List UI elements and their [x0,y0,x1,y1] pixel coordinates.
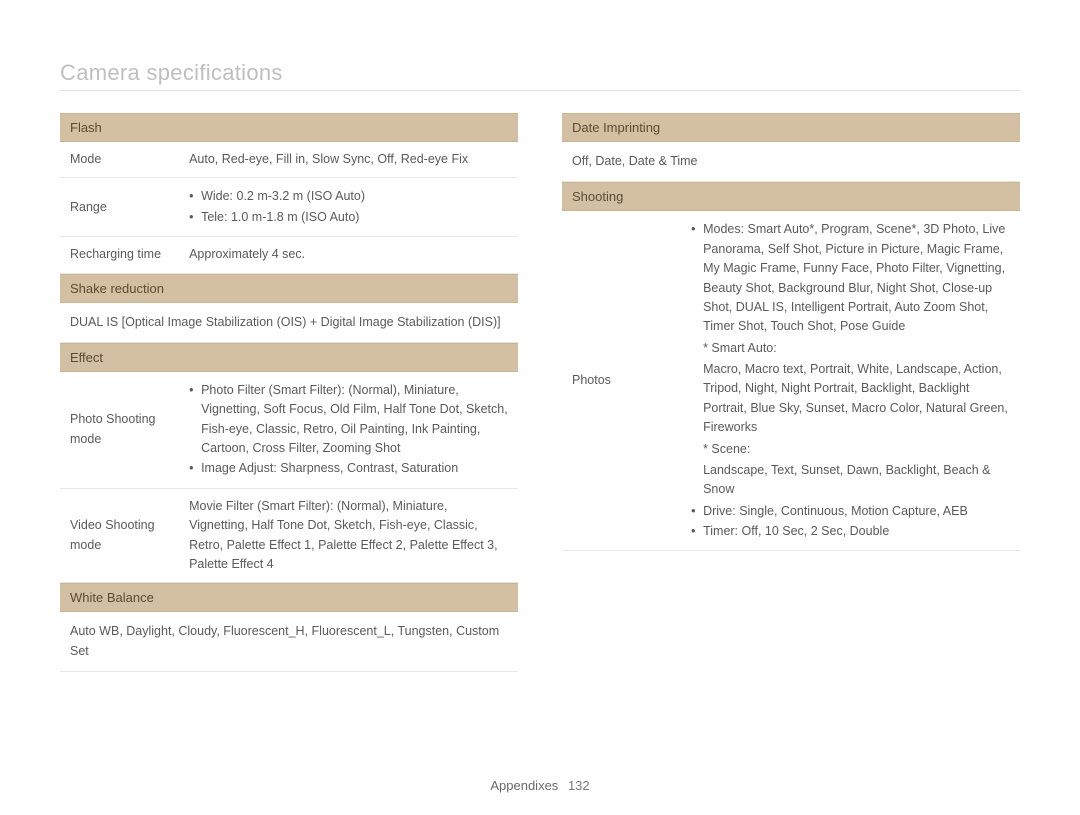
shooting-table: Photos Modes: Smart Auto*, Program, Scen… [562,211,1020,551]
effect-photo-adjust: Image Adjust: Sharpness, Contrast, Satur… [189,459,508,478]
whitebalance-table: Auto WB, Daylight, Cloudy, Fluorescent_H… [60,612,518,672]
shake-value: DUAL IS [Optical Image Stabilization (OI… [60,303,518,343]
flash-range-value: Wide: 0.2 m-3.2 m (ISO Auto) Tele: 1.0 m… [179,178,518,237]
flash-table: Mode Auto, Red-eye, Fill in, Slow Sync, … [60,142,518,274]
effect-photo-value: Photo Filter (Smart Filter): (Normal), M… [179,372,518,488]
content-columns: Flash Mode Auto, Red-eye, Fill in, Slow … [60,113,1020,672]
right-column: Date Imprinting Off, Date, Date & Time S… [562,113,1020,672]
shooting-photos-value: Modes: Smart Auto*, Program, Scene*, 3D … [681,211,1020,551]
section-header-whitebalance: White Balance [60,583,518,612]
flash-range-label: Range [60,178,179,237]
section-header-shake: Shake reduction [60,274,518,303]
shooting-photos-label: Photos [562,211,681,551]
shooting-scene-label: * Scene: [691,440,1010,459]
whitebalance-value: Auto WB, Daylight, Cloudy, Fluorescent_H… [60,612,518,671]
shooting-drive: Drive: Single, Continuous, Motion Captur… [691,502,1010,521]
flash-range-wide: Wide: 0.2 m-3.2 m (ISO Auto) [189,187,508,206]
footer-section: Appendixes [490,778,558,793]
flash-mode-label: Mode [60,142,179,178]
shooting-timer: Timer: Off, 10 Sec, 2 Sec, Double [691,522,1010,541]
section-header-shooting: Shooting [562,182,1020,211]
effect-table: Photo Shooting mode Photo Filter (Smart … [60,372,518,583]
page-title: Camera specifications [60,60,1020,86]
effect-video-value: Movie Filter (Smart Filter): (Normal), M… [179,488,518,583]
flash-range-tele: Tele: 1.0 m-1.8 m (ISO Auto) [189,208,508,227]
effect-photo-filter: Photo Filter (Smart Filter): (Normal), M… [189,381,508,459]
title-rule [60,90,1020,91]
footer-page-number: 132 [568,778,590,793]
effect-photo-label: Photo Shooting mode [60,372,179,488]
shooting-smart-auto-label: * Smart Auto: [691,339,1010,358]
shooting-modes: Modes: Smart Auto*, Program, Scene*, 3D … [691,220,1010,336]
flash-recharge-label: Recharging time [60,237,179,273]
left-column: Flash Mode Auto, Red-eye, Fill in, Slow … [60,113,518,672]
effect-video-label: Video Shooting mode [60,488,179,583]
section-header-flash: Flash [60,113,518,142]
shake-table: DUAL IS [Optical Image Stabilization (OI… [60,303,518,343]
flash-mode-value: Auto, Red-eye, Fill in, Slow Sync, Off, … [179,142,518,178]
section-header-date-imprinting: Date Imprinting [562,113,1020,142]
shooting-smart-auto-value: Macro, Macro text, Portrait, White, Land… [691,360,1010,438]
flash-recharge-value: Approximately 4 sec. [179,237,518,273]
date-imprinting-table: Off, Date, Date & Time [562,142,1020,182]
date-imprinting-value: Off, Date, Date & Time [562,142,1020,182]
section-header-effect: Effect [60,343,518,372]
page-footer: Appendixes 132 [0,778,1080,793]
shooting-scene-value: Landscape, Text, Sunset, Dawn, Backlight… [691,461,1010,500]
